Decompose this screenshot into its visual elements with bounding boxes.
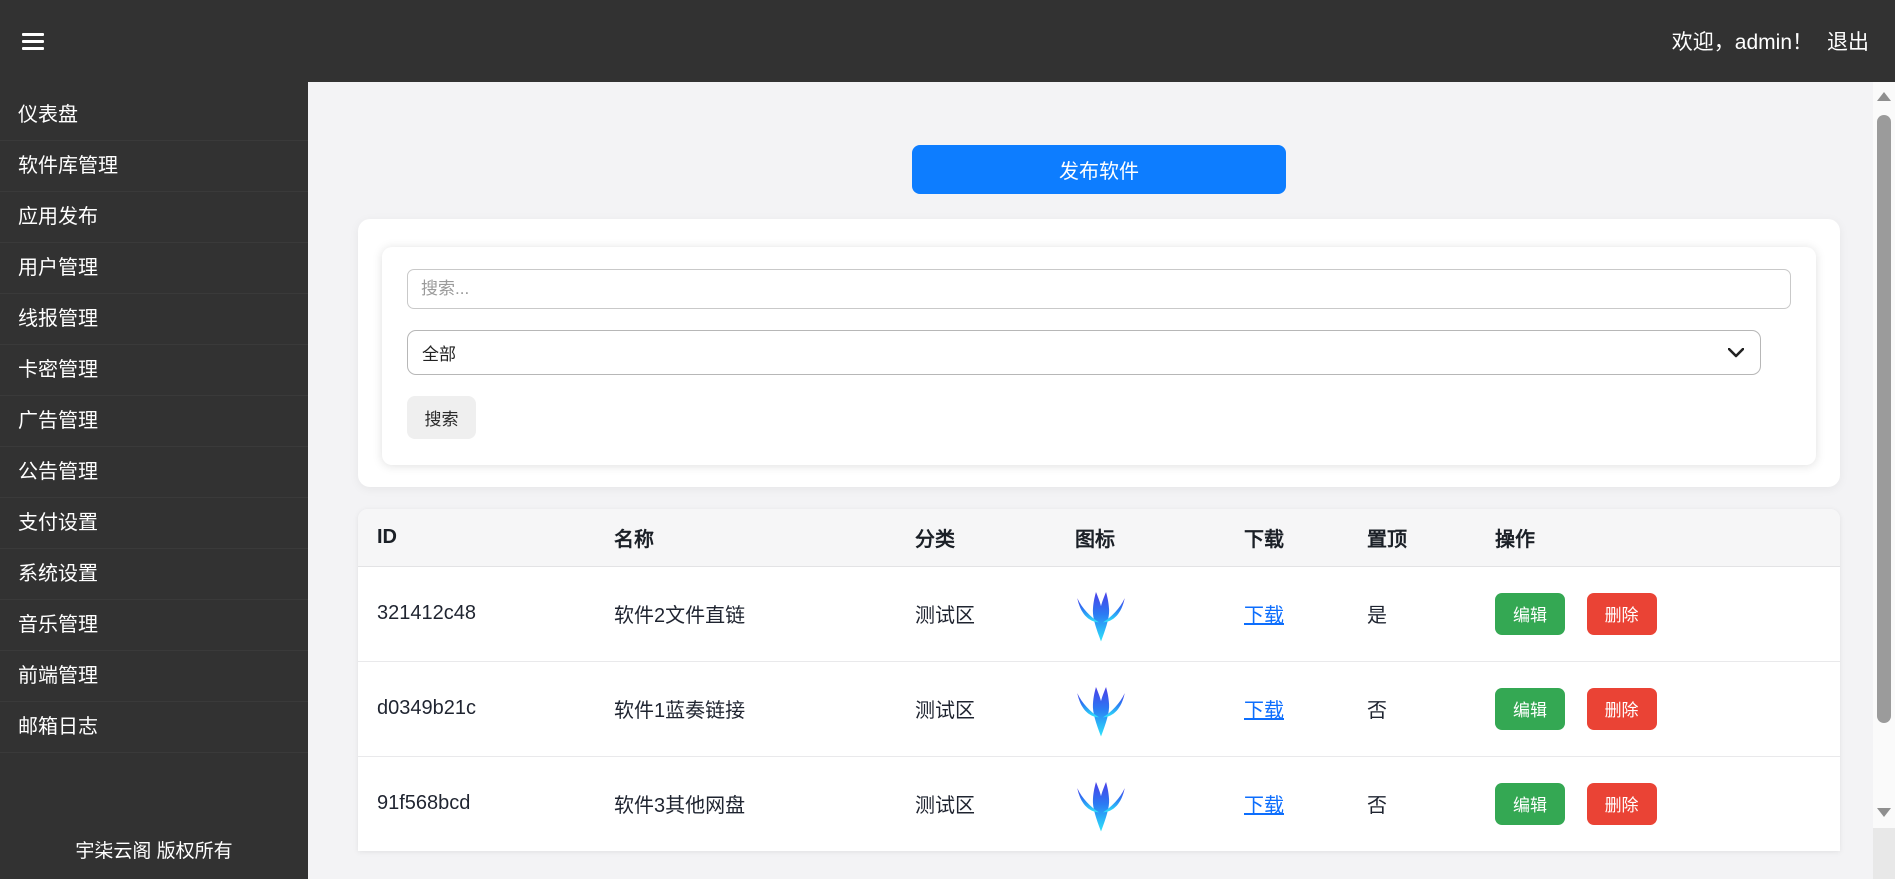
search-submit-button[interactable]: 搜索 xyxy=(407,396,476,439)
edit-button[interactable]: 编辑 xyxy=(1495,687,1565,730)
download-link[interactable]: 下载 xyxy=(1244,795,1284,817)
cell-category: 测试区 xyxy=(915,605,975,627)
cell-id: d0349b21c xyxy=(358,660,595,756)
hamburger-menu-icon[interactable] xyxy=(22,29,44,54)
column-header-category: 分类 xyxy=(896,509,1056,567)
cell-pinned: 是 xyxy=(1367,605,1387,627)
category-select-value: 全部 xyxy=(422,345,456,364)
sidebar-item-mail-log[interactable]: 邮箱日志 xyxy=(0,702,308,753)
column-header-download: 下载 xyxy=(1225,509,1348,567)
sidebar-item-dashboard[interactable]: 仪表盘 xyxy=(0,90,308,141)
delete-button[interactable]: 删除 xyxy=(1586,782,1657,825)
cell-name: 软件3其他网盘 xyxy=(595,755,896,851)
column-header-pinned: 置顶 xyxy=(1348,509,1476,567)
delete-button[interactable]: 删除 xyxy=(1586,687,1657,730)
table-header-row: ID 名称 分类 图标 下载 置顶 操作 xyxy=(358,509,1840,567)
cell-pinned: 否 xyxy=(1348,660,1476,756)
software-table-card: ID 名称 分类 图标 下载 置顶 操作 321412c48 软件2文件直链 测… xyxy=(358,509,1840,851)
delete-button[interactable]: 删除 xyxy=(1586,592,1657,635)
column-header-icon: 图标 xyxy=(1056,509,1225,567)
welcome-text: 欢迎，admin！ xyxy=(1671,31,1813,54)
download-link[interactable]: 下载 xyxy=(1244,700,1284,722)
vertical-scrollbar[interactable] xyxy=(1873,82,1895,828)
table-row: d0349b21c 软件1蓝奏链接 测试区 下载 否 编辑 删除 xyxy=(358,660,1840,756)
app-logo-icon xyxy=(1075,585,1127,643)
download-link[interactable]: 下载 xyxy=(1244,605,1284,627)
chevron-down-icon xyxy=(1728,347,1744,357)
scrollbar-down-arrow-icon[interactable] xyxy=(1877,808,1891,817)
publish-software-button[interactable]: 发布软件 xyxy=(912,145,1286,194)
sidebar-item-payment-settings[interactable]: 支付设置 xyxy=(0,498,308,549)
sidebar-item-app-publish[interactable]: 应用发布 xyxy=(0,192,308,243)
edit-button[interactable]: 编辑 xyxy=(1495,592,1565,635)
cell-name: 软件2文件直链 xyxy=(614,605,746,627)
category-select[interactable]: 全部 xyxy=(407,330,1761,375)
search-card: 全部 搜索 xyxy=(358,219,1840,487)
logout-link[interactable]: 退出 xyxy=(1827,26,1869,56)
column-header-name: 名称 xyxy=(595,509,896,567)
column-header-actions: 操作 xyxy=(1476,509,1840,567)
sidebar-item-music-management[interactable]: 音乐管理 xyxy=(0,600,308,651)
sidebar-item-cardkey-management[interactable]: 卡密管理 xyxy=(0,345,308,396)
sidebar-item-ad-management[interactable]: 广告管理 xyxy=(0,396,308,447)
search-input[interactable] xyxy=(407,269,1791,309)
software-table: ID 名称 分类 图标 下载 置顶 操作 321412c48 软件2文件直链 测… xyxy=(358,509,1840,851)
app-logo-icon xyxy=(1075,680,1127,738)
table-row: 321412c48 软件2文件直链 测试区 下载 是 编辑 删除 xyxy=(358,566,1840,661)
sidebar-item-software-library[interactable]: 软件库管理 xyxy=(0,141,308,192)
edit-button[interactable]: 编辑 xyxy=(1495,782,1565,825)
column-header-id: ID xyxy=(358,509,595,567)
copyright-text: 宇柒云阁 版权所有 xyxy=(75,841,233,862)
cell-id: 91f568bcd xyxy=(358,755,595,851)
topbar: 欢迎，admin！ 退出 xyxy=(0,0,1895,82)
cell-category: 测试区 xyxy=(896,660,1056,756)
app-logo-icon xyxy=(1075,775,1127,833)
sidebar-item-announcement-management[interactable]: 公告管理 xyxy=(0,447,308,498)
cell-category: 测试区 xyxy=(896,755,1056,851)
scrollbar-up-arrow-icon[interactable] xyxy=(1877,92,1891,101)
sidebar: 仪表盘 软件库管理 应用发布 用户管理 线报管理 卡密管理 广告管理 公告管理 … xyxy=(0,82,308,879)
sidebar-item-system-settings[interactable]: 系统设置 xyxy=(0,549,308,600)
cell-id: 321412c48 xyxy=(377,602,476,624)
cell-pinned: 否 xyxy=(1348,755,1476,851)
sidebar-item-tipline-management[interactable]: 线报管理 xyxy=(0,294,308,345)
scrollbar-thumb[interactable] xyxy=(1877,115,1891,723)
sidebar-item-frontend-management[interactable]: 前端管理 xyxy=(0,651,308,702)
main-content: 发布软件 全部 搜索 xyxy=(308,82,1895,879)
sidebar-item-user-management[interactable]: 用户管理 xyxy=(0,243,308,294)
cell-name: 软件1蓝奏链接 xyxy=(595,660,896,756)
scrollbar-endcap xyxy=(1873,828,1895,879)
table-row: 91f568bcd 软件3其他网盘 测试区 下载 否 编辑 删除 xyxy=(358,755,1840,851)
